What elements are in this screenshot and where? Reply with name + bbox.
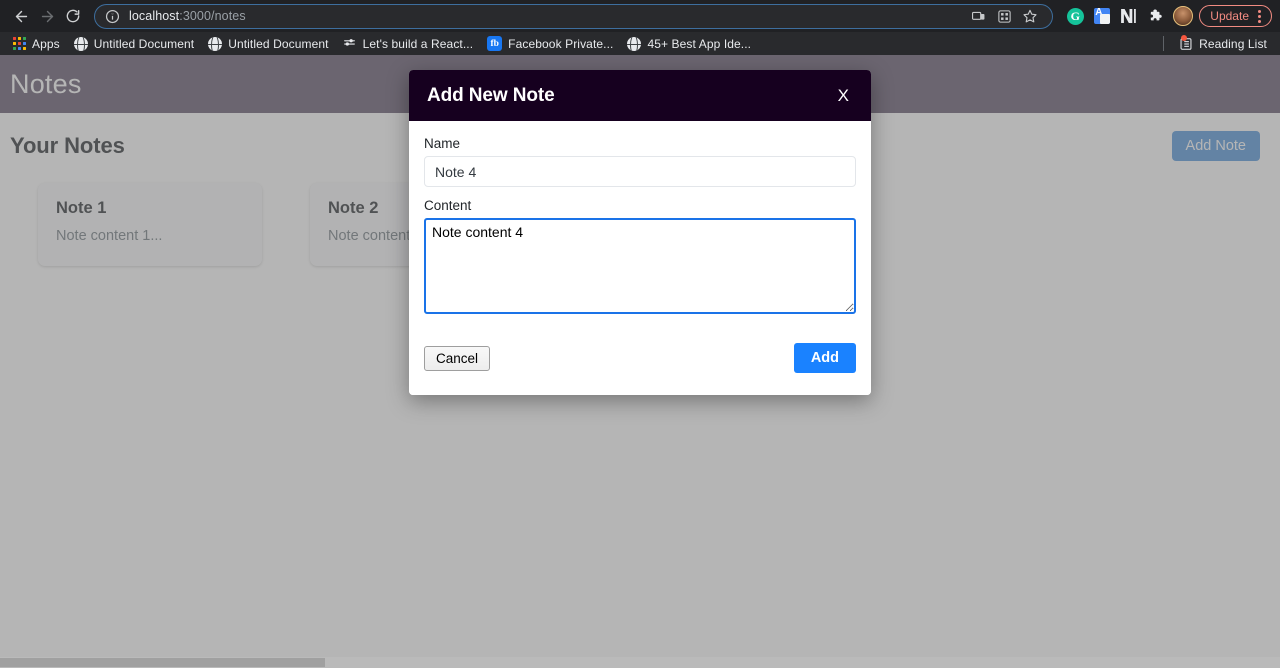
star-icon[interactable] — [1018, 5, 1042, 27]
url-host: localhost — [129, 9, 180, 23]
bookmarks-bar-right: Reading List — [1163, 34, 1274, 53]
content-textarea[interactable]: Note content 4 — [424, 218, 856, 314]
reading-list-icon — [1179, 34, 1193, 51]
bookmark-lets-build-a-react[interactable]: Let's build a React... — [336, 35, 481, 53]
forward-button[interactable] — [34, 3, 60, 29]
extensions-puzzle-icon[interactable] — [1144, 4, 1168, 28]
back-button[interactable] — [8, 3, 34, 29]
bookmark-45-best-app-ideas[interactable]: 45+ Best App Ide... — [620, 35, 758, 53]
globe-icon — [208, 36, 223, 51]
qr-code-icon[interactable] — [992, 5, 1016, 27]
bookmark-untitled-document-2[interactable]: Untitled Document — [201, 35, 335, 53]
name-input[interactable] — [424, 156, 856, 187]
grammarly-extension-icon[interactable]: G — [1063, 4, 1087, 28]
reload-button[interactable] — [60, 3, 86, 29]
extension-icons: G — [1063, 4, 1195, 28]
bookmark-label: Let's build a React... — [362, 36, 474, 51]
bookmark-untitled-document-1[interactable]: Untitled Document — [67, 35, 201, 53]
bookmark-label: Apps — [32, 36, 60, 51]
bookmark-label: 45+ Best App Ide... — [647, 36, 752, 51]
browser-toolbar: localhost:3000/notes G A Update — [0, 0, 1280, 32]
info-circle-icon[interactable] — [105, 9, 120, 24]
content-field-label: Content — [424, 198, 472, 213]
bookmark-label: Untitled Document — [93, 36, 195, 51]
apps-grid-icon — [13, 37, 26, 50]
globe-icon — [73, 36, 88, 51]
bookmark-label: Facebook Private... — [508, 36, 614, 51]
facebook-icon: fb — [487, 36, 503, 51]
url-path: :3000/notes — [179, 9, 246, 23]
browser-window: localhost:3000/notes G A Update Apps Unt… — [0, 0, 1280, 668]
add-button[interactable]: Add — [793, 343, 856, 373]
reading-list-button[interactable]: Reading List — [1172, 34, 1274, 53]
modal-header: Add New Note X — [409, 70, 871, 121]
bookmarks-bar: Apps Untitled Document Untitled Document… — [0, 32, 1280, 55]
kebab-menu-icon[interactable] — [1251, 8, 1267, 24]
add-note-modal: Add New Note X Name Content Note content… — [409, 70, 871, 395]
page-viewport: Notes Your Notes Add Note Note 1 Note co… — [0, 55, 1280, 668]
modal-body: Name Content Note content 4 — [409, 121, 871, 314]
sliders-icon — [343, 37, 357, 51]
update-button[interactable]: Update — [1199, 5, 1272, 27]
address-bar[interactable]: localhost:3000/notes — [94, 3, 1054, 29]
close-icon[interactable]: X — [834, 85, 853, 106]
translate-glyph — [1094, 8, 1111, 24]
globe-icon — [627, 36, 642, 51]
url-text: localhost:3000/notes — [129, 9, 246, 23]
google-translate-extension-icon[interactable] — [1090, 4, 1114, 28]
update-label: Update — [1210, 9, 1249, 23]
omnibox-actions — [966, 5, 1042, 27]
cast-icon[interactable] — [966, 5, 990, 27]
modal-title: Add New Note — [427, 84, 555, 106]
modal-footer: Cancel Add — [409, 314, 871, 395]
grammarly-glyph: G — [1066, 7, 1084, 25]
avatar-image — [1173, 6, 1194, 26]
name-field-label: Name — [424, 136, 461, 151]
avatar[interactable] — [1171, 4, 1195, 28]
notification-dot — [1181, 34, 1188, 41]
reading-list-label: Reading List — [1199, 36, 1267, 51]
cancel-button[interactable]: Cancel — [424, 345, 491, 371]
bookmark-apps[interactable]: Apps — [6, 35, 67, 53]
modal-backdrop-scrollbar-overlay — [0, 657, 1280, 668]
divider — [1163, 36, 1165, 51]
bookmark-facebook-private[interactable]: fb Facebook Private... — [480, 34, 620, 53]
bookmark-label: Untitled Document — [228, 36, 329, 51]
medium-extension-icon[interactable] — [1117, 4, 1141, 28]
